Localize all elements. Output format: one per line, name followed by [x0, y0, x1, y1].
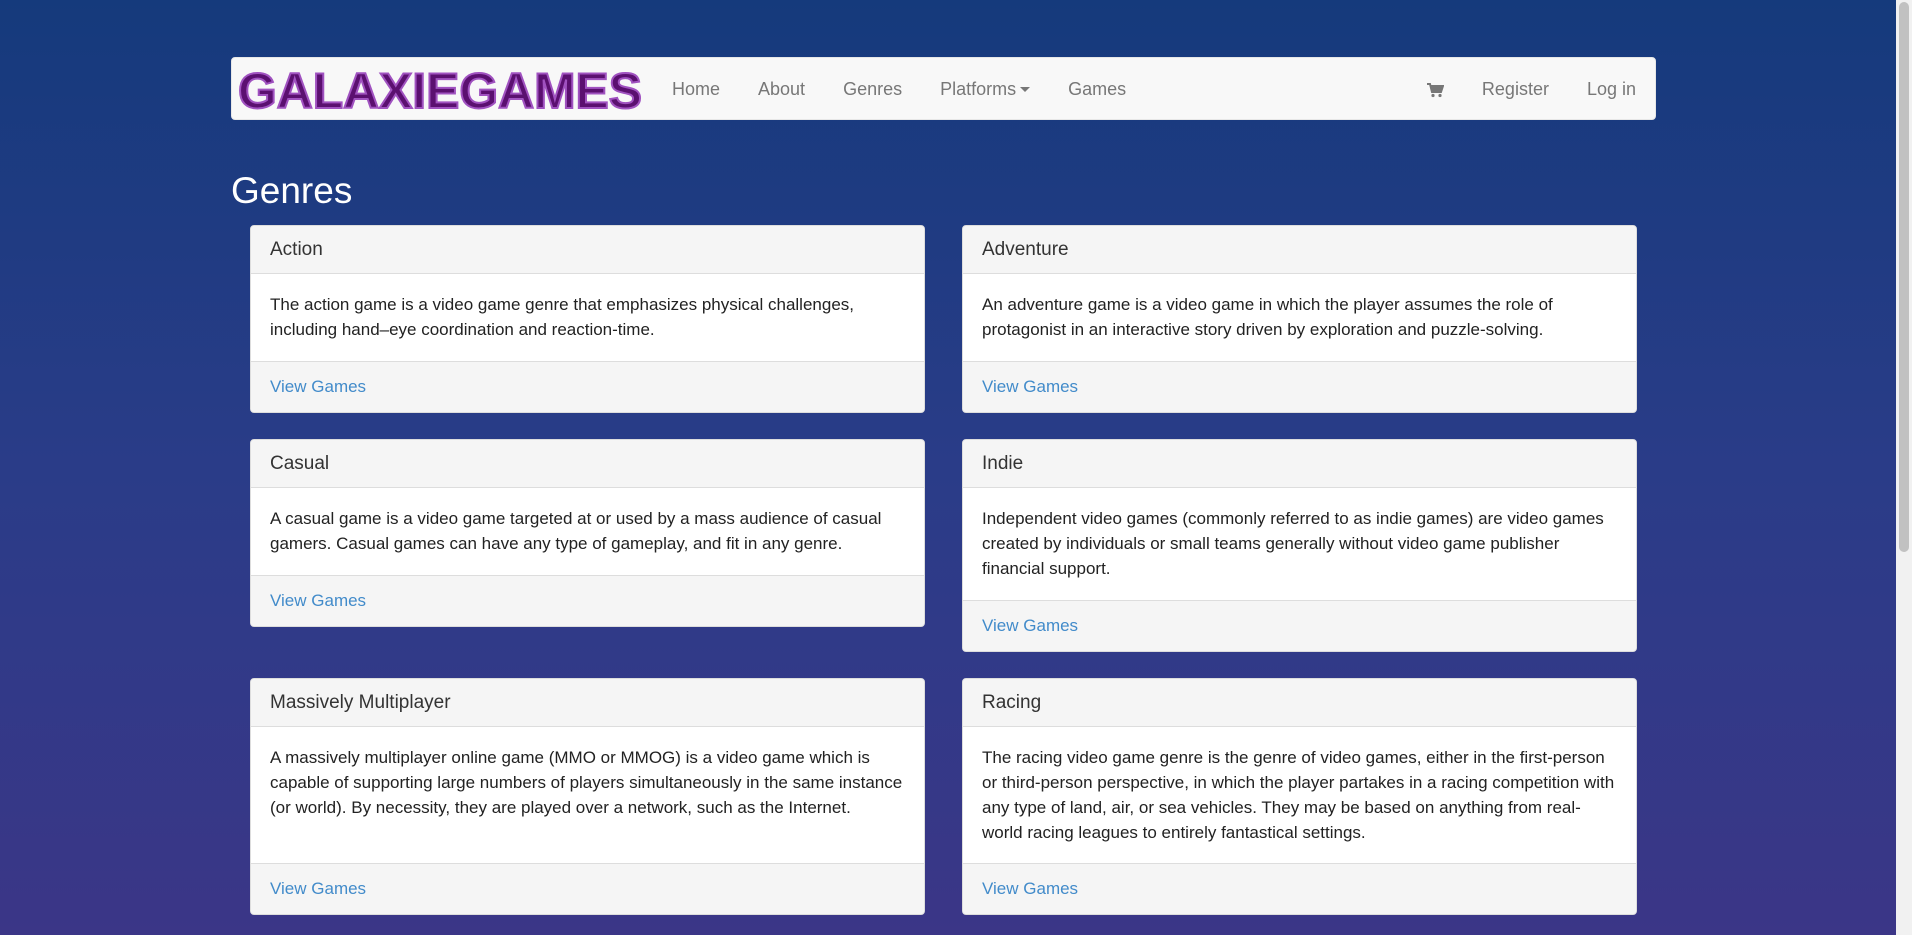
register-link[interactable]: Register [1463, 79, 1568, 100]
genre-card-adventure: Adventure An adventure game is a video g… [962, 225, 1637, 413]
cart-icon [1426, 82, 1444, 97]
nav-genres[interactable]: Genres [824, 79, 921, 100]
genre-card-description: Independent video games (commonly referr… [982, 509, 1604, 578]
svg-text:GALAXIEGAMES: GALAXIEGAMES [238, 63, 642, 115]
nav-home[interactable]: Home [653, 79, 739, 100]
genre-card-casual: Casual A casual game is a video game tar… [250, 439, 925, 627]
view-games-link[interactable]: View Games [963, 361, 1636, 412]
view-games-link[interactable]: View Games [963, 863, 1636, 914]
genre-card-indie: Indie Independent video games (commonly … [962, 439, 1637, 652]
navbar: GALAXIEGAMES Home About Genres Platforms… [231, 57, 1656, 120]
genre-card-action: Action The action game is a video game g… [250, 225, 925, 413]
brand-logo[interactable]: GALAXIEGAMES [236, 60, 646, 118]
nav-about[interactable]: About [739, 79, 824, 100]
view-games-link[interactable]: View Games [251, 863, 924, 914]
genre-card-racing: Racing The racing video game genre is th… [962, 678, 1637, 915]
genre-card-title: Racing [963, 679, 1636, 727]
logo-image: GALAXIEGAMES [237, 63, 643, 115]
genre-card-description: The racing video game genre is the genre… [982, 748, 1615, 842]
genre-card-description: A massively multiplayer online game (MMO… [270, 748, 903, 817]
view-games-link[interactable]: View Games [251, 575, 924, 626]
vertical-scrollbar[interactable] [1896, 0, 1912, 935]
nav-platforms-dropdown[interactable]: Platforms [921, 79, 1049, 100]
genre-card-massively-multiplayer: Massively Multiplayer A massively multip… [250, 678, 925, 915]
nav-games[interactable]: Games [1049, 79, 1145, 100]
genre-card-title: Adventure [963, 226, 1636, 274]
genre-card-description: An adventure game is a video game in whi… [982, 295, 1553, 339]
nav-platforms-label: Platforms [940, 79, 1017, 99]
account-nav: Register Log in [1407, 58, 1655, 121]
genre-card-title: Casual [251, 440, 924, 488]
cart-link[interactable] [1407, 82, 1463, 98]
genre-card-description: The action game is a video game genre th… [270, 295, 855, 339]
genre-card-title: Massively Multiplayer [251, 679, 924, 727]
genre-card-title: Action [251, 226, 924, 274]
primary-nav: Home About Genres Platforms Games [653, 58, 1145, 121]
scrollbar-thumb[interactable] [1899, 2, 1909, 552]
login-link[interactable]: Log in [1568, 79, 1655, 100]
view-games-link[interactable]: View Games [963, 600, 1636, 651]
view-games-link[interactable]: View Games [251, 361, 924, 412]
caret-down-icon [1020, 87, 1031, 92]
page-title: Genres [231, 170, 353, 211]
genre-card-description: A casual game is a video game targeted a… [270, 509, 882, 553]
genre-card-title: Indie [963, 440, 1636, 488]
page: GALAXIEGAMES Home About Genres Platforms… [0, 0, 1896, 935]
